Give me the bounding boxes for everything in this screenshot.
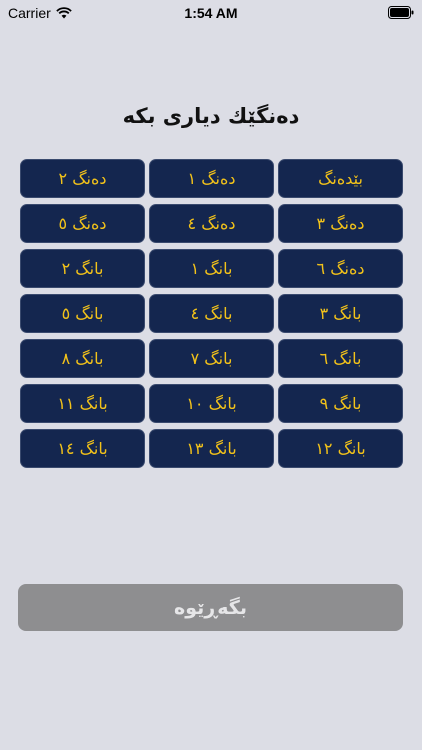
sound-button-5[interactable]: دەنگ ٥ — [20, 204, 145, 243]
adhan-button-7[interactable]: بانگ ٧ — [149, 339, 274, 378]
adhan-button-8[interactable]: بانگ ٨ — [20, 339, 145, 378]
adhan-button-14[interactable]: بانگ ١٤ — [20, 429, 145, 468]
sound-grid: بێدەنگ دەنگ ١ دەنگ ٢ دەنگ ٣ دەنگ ٤ دەنگ … — [18, 159, 403, 468]
adhan-button-6[interactable]: بانگ ٦ — [278, 339, 403, 378]
back-button[interactable]: بگەڕێوە — [18, 584, 403, 631]
page-title: دەنگێك دیاری بکە — [122, 104, 300, 128]
adhan-button-13[interactable]: بانگ ١٣ — [149, 429, 274, 468]
adhan-button-12[interactable]: بانگ ١٢ — [278, 429, 403, 468]
adhan-button-4[interactable]: بانگ ٤ — [149, 294, 274, 333]
sound-button-1[interactable]: دەنگ ١ — [149, 159, 274, 198]
adhan-button-3[interactable]: بانگ ٣ — [278, 294, 403, 333]
sound-button-6[interactable]: دەنگ ٦ — [278, 249, 403, 288]
sound-button-silent[interactable]: بێدەنگ — [278, 159, 403, 198]
sound-button-4[interactable]: دەنگ ٤ — [149, 204, 274, 243]
status-time: 1:54 AM — [184, 5, 238, 21]
adhan-button-2[interactable]: بانگ ٢ — [20, 249, 145, 288]
adhan-button-1[interactable]: بانگ ١ — [149, 249, 274, 288]
adhan-button-11[interactable]: بانگ ١١ — [20, 384, 145, 423]
battery-icon — [388, 6, 414, 19]
sound-button-2[interactable]: دەنگ ٢ — [20, 159, 145, 198]
adhan-button-9[interactable]: بانگ ٩ — [278, 384, 403, 423]
adhan-button-10[interactable]: بانگ ١٠ — [149, 384, 274, 423]
adhan-button-5[interactable]: بانگ ٥ — [20, 294, 145, 333]
status-bar: Carrier 1:54 AM — [0, 0, 422, 26]
sound-button-3[interactable]: دەنگ ٣ — [278, 204, 403, 243]
